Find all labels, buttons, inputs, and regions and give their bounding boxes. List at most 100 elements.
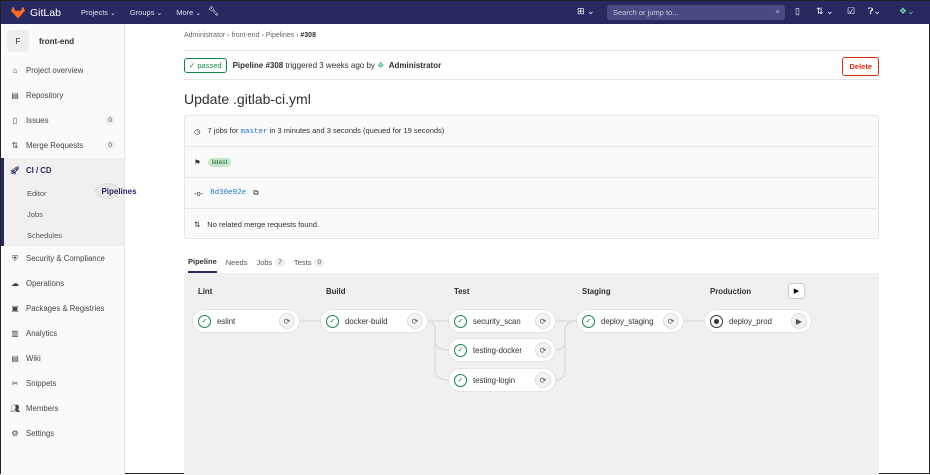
job-eslint[interactable]: ✓ eslint ⟳ [193,310,299,332]
retry-icon[interactable]: ⟳ [663,313,679,329]
sidebar-item-members[interactable]: 👥︎ Members [1,396,124,421]
delete-button[interactable]: Delete [842,57,879,76]
label: Merge Requests [26,141,84,150]
nav-groups[interactable]: Groups [130,8,162,17]
status-badge[interactable]: ✓ passed [184,57,227,73]
clock-icon: ◷ [194,126,201,136]
sidebar-item-merge-requests[interactable]: ⇅ Merge Requests 0 [1,133,124,158]
job-testing-login[interactable]: ✓ testing-login ⟳ [449,369,555,391]
job-name: deploy_staging [601,316,654,326]
sidebar-item-jobs[interactable]: Jobs [4,204,124,225]
wrench-icon[interactable]: 🔧︎ [208,6,219,17]
project-avatar: F [7,30,29,52]
pipeline-tabs: Pipeline Needs Jobs 7 Tests 0 [184,251,879,273]
breadcrumb-item[interactable]: #308 [300,32,316,39]
issues-icon: ▯ [12,116,18,125]
gear-icon: ⚙ [11,429,19,438]
success-status-icon: ✓ [454,343,467,357]
success-status-icon: ✓ [454,373,467,387]
search-placeholder: Search or jump to... [613,8,679,17]
retry-icon[interactable]: ⟳ [407,313,423,329]
tab-label: Needs [225,257,248,267]
sidebar-item-pipelines[interactable]: Pipelines [95,183,137,199]
retry-icon[interactable]: ⟳ [535,313,551,329]
tab-label: Tests [293,257,312,267]
chart-icon: ▥ [11,329,19,338]
label: Security & Compliance [26,254,105,263]
latest-badge: latest [207,157,232,167]
avatar[interactable]: ❖⌄ [899,6,915,17]
play-icon[interactable]: ▶ [791,313,807,329]
sidebar-item-snippets[interactable]: ✂ Snippets [1,371,124,396]
issues-icon[interactable]: ▯ [795,6,800,17]
label: Project overview [26,66,84,75]
sidebar-item-issues[interactable]: ▯ Issues 0 [1,108,124,133]
page-title: Update .gitlab-ci.yml [184,91,311,107]
book-icon: ▤ [11,354,19,363]
sidebar-item-cicd[interactable]: 🚀︎ CI / CD [4,158,124,183]
users-icon: 👥︎ [10,404,21,413]
retry-icon[interactable]: ⟳ [535,342,551,358]
job-name: deploy_prod [729,316,772,326]
brand-name: GitLab [30,6,61,19]
sidebar-item-security[interactable]: ⛨ Security & Compliance [1,246,124,271]
stage-title: Production [710,287,752,296]
sidebar-cicd-group: 🚀︎ CI / CD Pipelines Editor Jobs Schedule… [1,158,137,246]
breadcrumb-item[interactable]: Administrator [184,32,225,39]
job-name: security_scan [473,316,521,326]
triggered-text: triggered 3 weeks ago by [285,60,375,70]
cloud-icon: ☁ [11,279,19,288]
commit-sha[interactable]: 8d30e92e [210,189,246,197]
merge-request-icon: ⇅ [11,141,19,150]
job-security_scan[interactable]: ✓ security_scan ⟳ [449,310,555,332]
play-stage-button[interactable]: ▶ [788,283,805,299]
tab-label: Jobs [256,257,273,267]
nav-projects[interactable]: Projects [81,8,116,17]
breadcrumb-item[interactable]: Pipelines [266,32,294,39]
duration-text: in 3 minutes and 3 seconds (queued for 1… [269,126,445,135]
gitlab-logo[interactable]: GitLab [11,6,61,19]
project-header[interactable]: Ffront-end [1,24,124,58]
retry-icon[interactable]: ⟳ [279,313,295,329]
pipeline-id: Pipeline #308 [232,60,284,70]
success-status-icon: ✓ [454,314,467,328]
count-badge: 0 [105,141,115,150]
tab-tests[interactable]: Tests 0 [293,251,325,273]
sidebar-item-settings[interactable]: ⚙ Settings [1,421,124,446]
help-icon[interactable]: ❓︎⌄ [868,6,881,17]
tab-jobs[interactable]: Jobs 7 [256,251,285,273]
user-avatar[interactable]: ❖ [377,61,384,70]
job-name: testing-login [473,375,516,385]
job-deploy_staging[interactable]: ✓ deploy_staging ⟳ [577,310,683,332]
rocket-icon: 🚀︎ [10,166,21,175]
plus-icon[interactable]: ⊞ ⌄ [577,6,595,17]
nav-more[interactable]: More [176,8,201,17]
todo-icon[interactable]: ☑ [847,6,855,17]
job-testing-docker[interactable]: ✓ testing-docker ⟳ [449,339,555,361]
sidebar-item-schedules[interactable]: Schedules [4,225,124,246]
mr-text: No related merge requests found. [207,220,320,229]
copy-icon[interactable]: ⧉ [253,188,258,198]
search-input[interactable]: Search or jump to... ⌕ [607,5,785,20]
sidebar-item-project-overview[interactable]: ⌂ Project overview [1,58,124,83]
sidebar-item-operations[interactable]: ☁ Operations [1,271,124,296]
label: Packages & Registries [26,304,105,313]
success-status-icon: ✓ [326,314,339,328]
branch-link[interactable]: master [241,128,268,136]
job-docker-build[interactable]: ✓ docker-build ⟳ [321,310,427,332]
merge-request-icon[interactable]: ⇅ ⌄ [816,6,834,17]
tab-needs[interactable]: Needs [226,251,248,273]
tab-pipeline[interactable]: Pipeline [188,251,217,273]
label: Operations [26,279,65,288]
retry-icon[interactable]: ⟳ [535,372,551,388]
sidebar-item-wiki[interactable]: ▤ Wiki [1,346,124,371]
label: Issues [26,116,49,125]
status-label: passed [197,60,222,70]
sidebar-item-repository[interactable]: ▤ Repository [1,83,124,108]
breadcrumb-item[interactable]: front-end [231,32,259,39]
user-link[interactable]: Administrator [389,61,441,70]
job-deploy_prod[interactable]: deploy_prod ▶ [705,310,811,332]
sidebar-item-analytics[interactable]: ▥ Analytics [1,321,124,346]
stage-title: Build [326,287,346,296]
sidebar-item-packages[interactable]: ▣ Packages & Registries [1,296,124,321]
